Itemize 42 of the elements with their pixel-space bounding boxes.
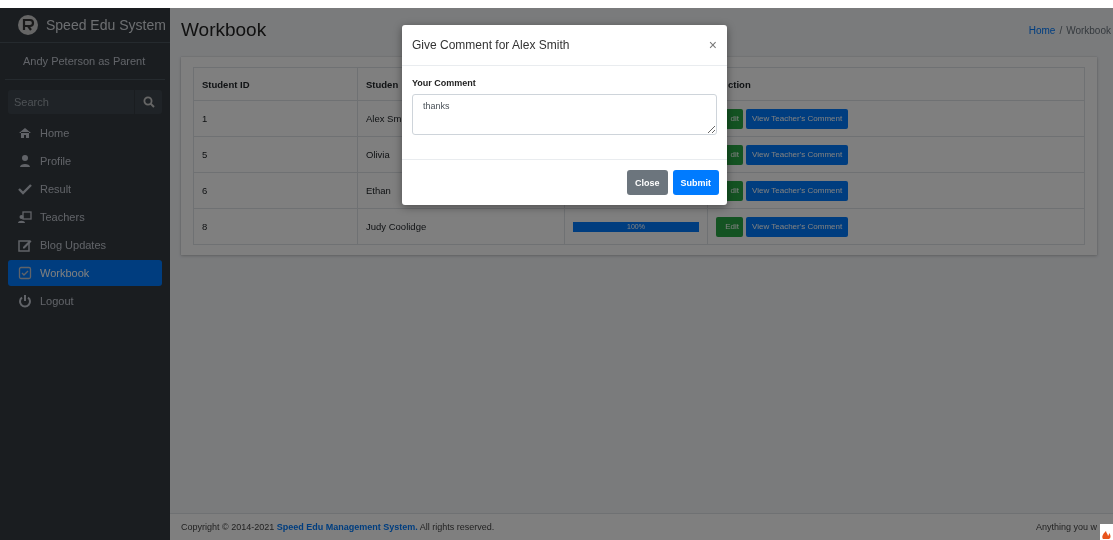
comment-field[interactable]: thanks	[412, 94, 717, 135]
nav-item[interactable]: Home	[8, 120, 162, 146]
power-icon	[18, 294, 32, 308]
table-cell: 8	[193, 208, 358, 245]
teacher-icon	[18, 210, 32, 224]
view-comment-button[interactable]: View Teacher's Comment	[746, 108, 849, 129]
view-comment-button[interactable]: View Teacher's Comment	[746, 144, 849, 165]
view-comment-button[interactable]: View Teacher's Comment	[746, 216, 849, 237]
nav-item[interactable]: Profile	[8, 148, 162, 174]
user-icon	[18, 154, 32, 168]
breadcrumb-current: Workbook	[1066, 24, 1111, 36]
submit-button[interactable]: Submit	[672, 170, 719, 195]
logo-icon	[18, 15, 38, 35]
copyright-text: Copyright © 2014-2021 Speed Edu Management System. All rights reserved.	[181, 522, 495, 532]
close-button[interactable]: Close	[627, 170, 668, 195]
column-header: Student ID	[193, 67, 358, 101]
page-title: Workbook	[181, 19, 267, 41]
table-cell: 6	[193, 172, 358, 209]
view-comment-button[interactable]: View Teacher's Comment	[746, 180, 849, 201]
breadcrumb-separator: /	[1059, 24, 1063, 36]
nav-item[interactable]: Teachers	[8, 204, 162, 230]
nav-item[interactable]: Blog Updates	[8, 232, 162, 258]
nav-item[interactable]: Result	[8, 176, 162, 202]
footer-text: Anything you w	[1035, 522, 1097, 532]
edit-button[interactable]: Edit	[716, 216, 743, 237]
checkbox-icon	[18, 266, 32, 280]
nav-item[interactable]: Workbook	[8, 260, 162, 286]
dialog-title: Give Comment for Alex Smith	[412, 38, 570, 52]
close-button[interactable]: ×	[708, 37, 717, 53]
field-label: Your Comment	[412, 78, 477, 88]
flame-icon[interactable]	[1100, 524, 1113, 540]
breadcrumb-link[interactable]: Home	[1028, 24, 1056, 36]
check-icon	[18, 182, 32, 196]
table-cell: 5	[193, 136, 358, 173]
table-cell: 1	[193, 100, 358, 137]
table-cell: Judy Coolidge	[357, 208, 565, 245]
brand-name[interactable]: Speed Edu System	[46, 17, 166, 33]
nav-item[interactable]: Logout	[8, 288, 162, 314]
search-icon	[142, 96, 155, 108]
edit-icon	[18, 238, 32, 252]
user-name[interactable]: Andy Peterson as Parent	[5, 43, 165, 80]
home-icon	[18, 126, 32, 140]
